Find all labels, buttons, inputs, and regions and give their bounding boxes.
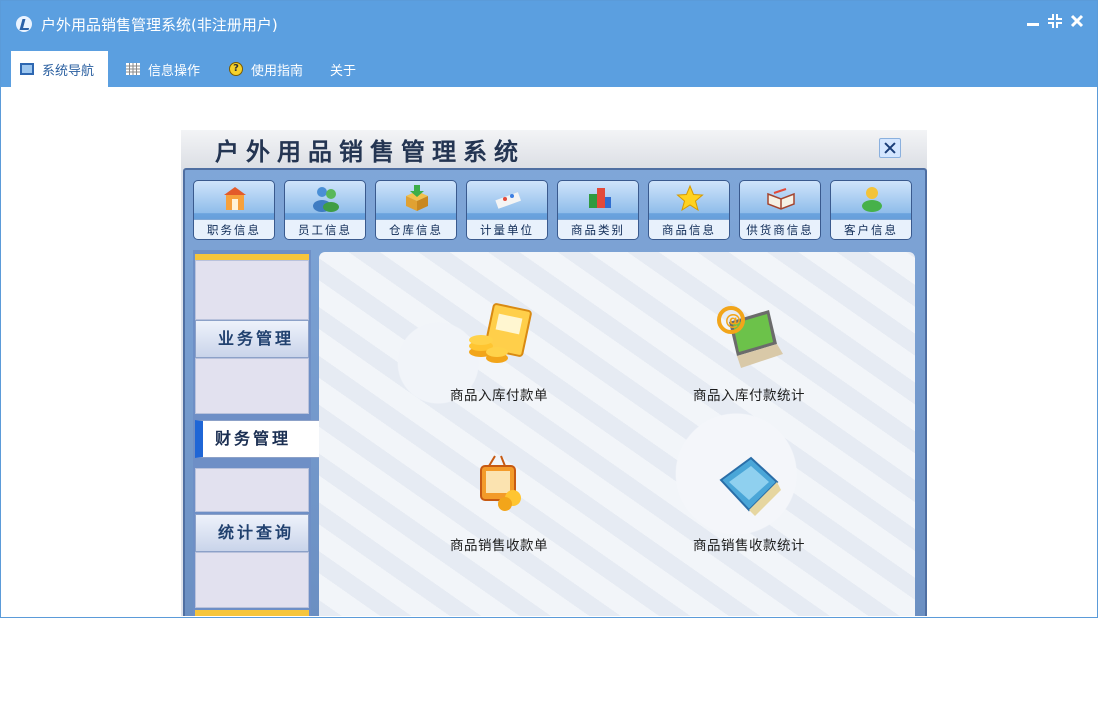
- panel-frame: 职务信息 员工信息 仓库信息 计量单位 商品类别 商品信息 供货商信息 客户信息…: [183, 168, 927, 616]
- person-icon: [862, 187, 882, 212]
- toolbar-label: 商品信息: [649, 219, 729, 239]
- ruler-icon: [495, 192, 521, 209]
- menu-bar: 系统导航 信息操作 ? 使用指南 关于: [1, 45, 1097, 87]
- menu-system-nav[interactable]: 系统导航: [11, 51, 108, 87]
- menu-label: 信息操作: [148, 63, 201, 79]
- help-icon: ?: [229, 62, 243, 76]
- menu-user-guide[interactable]: ? 使用指南: [220, 51, 316, 87]
- content-area: 商品入库付款单 @ 商品入库付款统计 商品销售收款单 商品销售收款统计: [319, 252, 915, 616]
- nav-spacer: [195, 468, 309, 512]
- toolbar-button-warehouse-info[interactable]: 仓库信息: [375, 180, 457, 240]
- toolbar-button-staff-info[interactable]: 员工信息: [284, 180, 366, 240]
- title-bar[interactable]: 户外用品销售管理系统(非注册用户): [1, 1, 1097, 45]
- toolbar-button-job-info[interactable]: 职务信息: [193, 180, 275, 240]
- toolbar-button-supplier-info[interactable]: 供货商信息: [739, 180, 821, 240]
- nav-stats-query[interactable]: 统计查询: [195, 514, 309, 552]
- toolbar-label: 仓库信息: [376, 219, 456, 239]
- nav-spacer: [195, 260, 309, 320]
- nav-spacer: [195, 552, 309, 608]
- coins-card-icon: [469, 303, 532, 363]
- panel-header: 户外用品销售管理系统: [181, 130, 927, 168]
- people-icon: [313, 187, 339, 212]
- toolbar-button-product-info[interactable]: 商品信息: [648, 180, 730, 240]
- folder-icon: [719, 456, 781, 516]
- func-label: 商品销售收款单: [450, 538, 548, 554]
- func-sales-receipt[interactable]: 商品销售收款单: [409, 452, 589, 554]
- tv-coins-icon: [480, 455, 521, 511]
- toolbar-label: 客户信息: [831, 219, 911, 239]
- monitor-icon: [20, 63, 34, 75]
- svg-text:@: @: [725, 310, 741, 329]
- house-gift-icon: [224, 187, 246, 210]
- toolbar-button-units[interactable]: 计量单位: [466, 180, 548, 240]
- menu-about[interactable]: 关于: [321, 51, 367, 87]
- toolbar-label: 商品类别: [558, 219, 638, 239]
- menu-info-ops[interactable]: 信息操作: [117, 51, 212, 87]
- func-inbound-payment[interactable]: 商品入库付款单: [409, 302, 589, 404]
- main-panel: 户外用品销售管理系统 职务信息 员工信息 仓库信息 计量单位 商品类别 商品信息…: [181, 130, 927, 616]
- toolbar-label: 职务信息: [194, 219, 274, 239]
- app-logo-icon: [16, 16, 32, 32]
- laptop-email-icon: @: [717, 306, 783, 368]
- menu-label: 系统导航: [42, 63, 95, 79]
- menu-label: 关于: [330, 63, 357, 79]
- menu-label: 使用指南: [251, 63, 304, 79]
- box-download-icon: [406, 185, 428, 211]
- blocks-icon: [589, 188, 611, 208]
- func-inbound-payment-stats[interactable]: @ 商品入库付款统计: [659, 302, 839, 404]
- toolbar-label: 员工信息: [285, 219, 365, 239]
- window-title: 户外用品销售管理系统(非注册用户): [41, 16, 278, 34]
- panel-title: 户外用品销售管理系统: [215, 137, 525, 166]
- nav-business-mgmt[interactable]: 业务管理: [195, 320, 309, 358]
- toolbar-label: 供货商信息: [740, 219, 820, 239]
- restore-icon[interactable]: [1047, 13, 1063, 29]
- star-icon: [676, 184, 704, 212]
- func-label: 商品销售收款统计: [693, 538, 805, 554]
- nav-spacer: [195, 358, 309, 414]
- grid-icon: [126, 63, 140, 75]
- func-label: 商品入库付款单: [450, 388, 548, 404]
- func-label: 商品入库付款统计: [693, 388, 805, 404]
- open-book-icon: [767, 188, 795, 210]
- toolbar-button-customer-info[interactable]: 客户信息: [830, 180, 912, 240]
- nav-finance-mgmt[interactable]: 财务管理: [195, 420, 321, 458]
- toolbar-label: 计量单位: [467, 219, 547, 239]
- left-nav: 业务管理 财务管理 统计查询: [193, 250, 321, 616]
- nav-divider: [195, 610, 309, 616]
- toolbar: 职务信息 员工信息 仓库信息 计量单位 商品类别 商品信息 供货商信息 客户信息: [193, 180, 917, 246]
- close-icon[interactable]: [1069, 13, 1085, 29]
- panel-close-icon[interactable]: [879, 138, 901, 158]
- toolbar-button-category[interactable]: 商品类别: [557, 180, 639, 240]
- func-sales-receipt-stats[interactable]: 商品销售收款统计: [659, 452, 839, 554]
- minimize-icon[interactable]: [1025, 13, 1041, 29]
